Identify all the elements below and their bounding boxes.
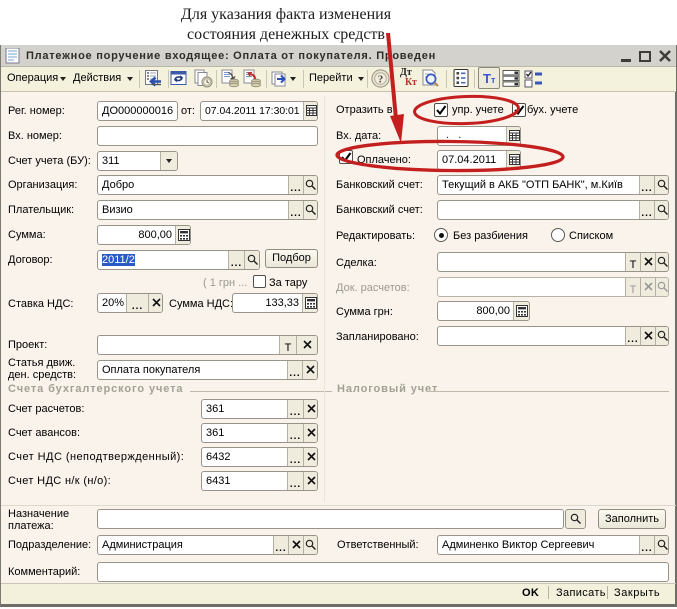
svg-text:?: ?: [378, 74, 384, 86]
